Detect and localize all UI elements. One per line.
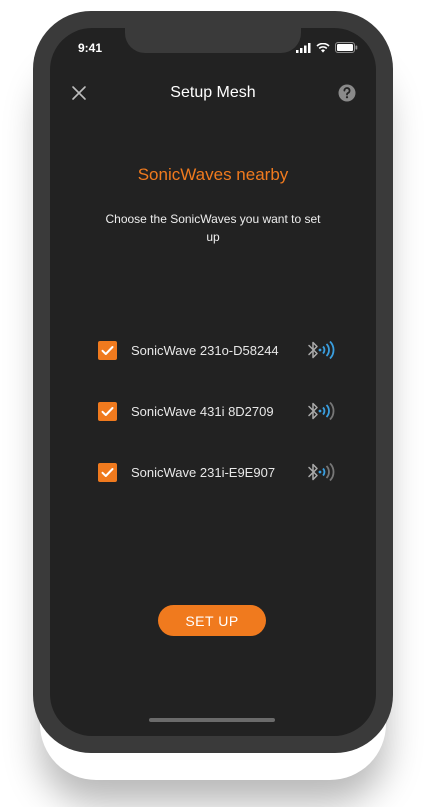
status-icons	[296, 42, 358, 53]
device-notch	[125, 28, 301, 53]
device-row[interactable]: SonicWave 231o-D58244	[98, 338, 279, 362]
help-button[interactable]	[337, 83, 357, 103]
page-title: Setup Mesh	[170, 84, 256, 101]
battery-icon	[335, 42, 358, 53]
device-row[interactable]: SonicWave 431i 8D2709	[98, 399, 274, 423]
home-indicator[interactable]	[149, 718, 275, 722]
status-time: 9:41	[78, 41, 103, 55]
bluetooth-signal-icon	[308, 462, 335, 482]
device-name: SonicWave 231o-D58244	[131, 342, 279, 358]
bluetooth-signal-icon	[308, 401, 335, 421]
bluetooth-signal-icon	[308, 340, 335, 360]
device-checkbox[interactable]	[98, 401, 117, 421]
cellular-signal-icon	[296, 42, 311, 53]
checkmark-icon	[101, 467, 114, 477]
wifi-icon	[316, 42, 330, 53]
device-name: SonicWave 231i-E9E907	[131, 464, 276, 480]
help-icon	[338, 84, 356, 102]
app-screen: 9:41 Setup Mesh SonicWaves nearby Choose…	[50, 28, 376, 736]
instructions-text: Choose the SonicWaves you want to set up	[105, 212, 321, 244]
device-name: SonicWave 431i 8D2709	[131, 403, 274, 419]
checkmark-icon	[101, 406, 114, 416]
nearby-heading: SonicWaves nearby	[137, 165, 289, 184]
checkmark-icon	[101, 345, 114, 355]
device-row[interactable]: SonicWave 231i-E9E907	[98, 460, 275, 484]
device-checkbox[interactable]	[98, 462, 117, 482]
device-checkbox[interactable]	[98, 340, 117, 360]
setup-button[interactable]: SET UP	[158, 605, 266, 636]
